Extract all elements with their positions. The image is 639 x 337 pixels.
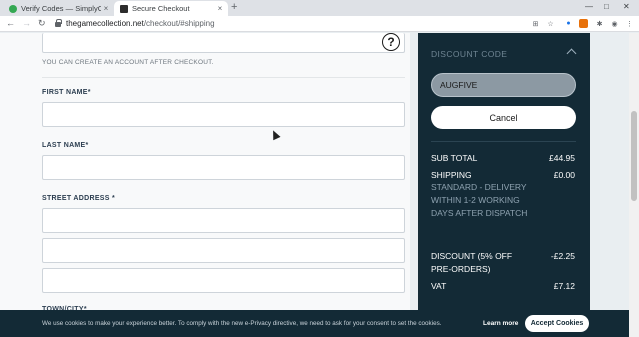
learn-more-link[interactable]: Learn more bbox=[483, 320, 518, 327]
page-scrollbar[interactable] bbox=[629, 33, 639, 337]
discount-code-title: DISCOUNT CODE bbox=[431, 49, 508, 59]
tab-close-icon[interactable]: × bbox=[215, 4, 225, 13]
vat-label: VAT bbox=[431, 281, 447, 291]
discount-value: -£2.25 bbox=[550, 251, 575, 261]
tab-label: Verify Codes — SimplyCod bbox=[21, 4, 101, 13]
bookmark-star-icon[interactable]: ☆ bbox=[546, 19, 555, 28]
order-summary-panel: DISCOUNT CODE AUGFIVE Cancel SUB TOTAL £… bbox=[418, 33, 590, 337]
checkout-page: ? YOU CAN CREATE AN ACCOUNT AFTER CHECKO… bbox=[0, 33, 639, 337]
new-tab-button[interactable]: + bbox=[231, 1, 237, 13]
url-host: thegamecollection.net bbox=[66, 19, 144, 28]
summary-divider bbox=[431, 141, 576, 142]
profile-avatar-icon[interactable]: ◉ bbox=[610, 19, 619, 28]
discount-code-input[interactable]: AUGFIVE bbox=[431, 73, 576, 97]
shipping-value: £0.00 bbox=[553, 170, 575, 180]
help-question-icon[interactable]: ? bbox=[382, 33, 400, 51]
browser-tab-bar: Verify Codes — SimplyCod × Secure Checko… bbox=[0, 0, 639, 16]
last-name-label: LAST NAME* bbox=[42, 142, 89, 149]
url-field[interactable]: thegamecollection.net/checkout/#shipping bbox=[66, 19, 215, 28]
vat-value: £7.12 bbox=[553, 281, 575, 291]
close-window-button[interactable]: ✕ bbox=[623, 2, 630, 11]
first-name-field[interactable] bbox=[42, 102, 405, 127]
first-name-label-text: FIRST NAME bbox=[42, 89, 88, 96]
required-marker: * bbox=[111, 195, 116, 202]
puzzle-extensions-icon[interactable]: ✱ bbox=[595, 19, 604, 28]
last-name-label-text: LAST NAME bbox=[42, 142, 86, 149]
required-marker: * bbox=[87, 89, 91, 96]
translate-icon[interactable]: ⊞ bbox=[531, 19, 540, 28]
cancel-discount-button[interactable]: Cancel bbox=[431, 106, 576, 129]
tab-label: Secure Checkout bbox=[132, 4, 190, 13]
street-address-line2-field[interactable] bbox=[42, 238, 405, 263]
cookie-banner: We use cookies to make your experience b… bbox=[0, 310, 629, 337]
chevron-up-icon[interactable] bbox=[566, 48, 577, 59]
url-path: /checkout/#shipping bbox=[143, 19, 215, 28]
account-hint: YOU CAN CREATE AN ACCOUNT AFTER CHECKOUT… bbox=[42, 59, 214, 66]
tab-close-icon[interactable]: × bbox=[101, 4, 111, 13]
honey-extension-icon[interactable] bbox=[579, 19, 588, 28]
more-menu-icon[interactable]: ⋮ bbox=[625, 19, 634, 28]
tab-secure-checkout[interactable]: Secure Checkout × bbox=[114, 1, 228, 16]
street-address-line1-field[interactable] bbox=[42, 208, 405, 233]
subtotal-value: £44.95 bbox=[549, 153, 575, 163]
cookie-text: We use cookies to make your experience b… bbox=[42, 320, 442, 327]
section-divider bbox=[42, 77, 405, 78]
minimize-button[interactable]: — bbox=[585, 2, 593, 11]
accept-cookies-button[interactable]: Accept Cookies bbox=[525, 315, 589, 332]
last-name-field[interactable] bbox=[42, 155, 405, 180]
simplycodes-favicon-icon bbox=[9, 4, 17, 13]
street-address-label: STREET ADDRESS * bbox=[42, 195, 115, 202]
lock-icon[interactable] bbox=[55, 19, 62, 27]
street-address-label-text: STREET ADDRESS bbox=[42, 195, 110, 202]
required-marker: * bbox=[85, 142, 89, 149]
address-bar: ← → ↻ thegamecollection.net/checkout/#sh… bbox=[0, 16, 639, 32]
first-name-label: FIRST NAME* bbox=[42, 89, 91, 96]
forward-arrow-icon[interactable]: → bbox=[22, 18, 31, 28]
extension-icon[interactable]: ● bbox=[564, 19, 573, 28]
discount-label: DISCOUNT (5% OFF PRE-ORDERS) bbox=[431, 251, 513, 274]
back-arrow-icon[interactable]: ← bbox=[6, 18, 15, 28]
subtotal-label: SUB TOTAL bbox=[431, 153, 478, 163]
tab-verify-codes[interactable]: Verify Codes — SimplyCod × bbox=[3, 1, 114, 16]
scrollbar-thumb[interactable] bbox=[631, 111, 637, 201]
maximize-button[interactable]: □ bbox=[604, 2, 609, 11]
street-address-line3-field[interactable] bbox=[42, 268, 405, 293]
email-field[interactable] bbox=[42, 33, 405, 53]
shipping-form: ? YOU CAN CREATE AN ACCOUNT AFTER CHECKO… bbox=[0, 33, 410, 337]
shipping-description: STANDARD - DELIVERY WITHIN 1-2 WORKING D… bbox=[431, 182, 528, 218]
gamecollection-favicon-icon bbox=[120, 4, 128, 13]
reload-icon[interactable]: ↻ bbox=[38, 18, 46, 29]
